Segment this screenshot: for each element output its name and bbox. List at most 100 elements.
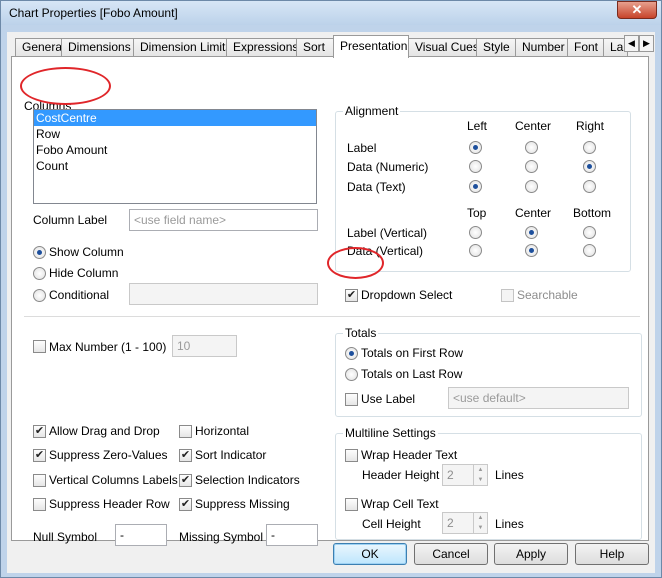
valign-data-top-radio[interactable] — [469, 244, 482, 257]
allow-drag-drop-checkbox[interactable]: ✔ — [33, 425, 46, 438]
horizontal-checkbox[interactable] — [179, 425, 192, 438]
suppress-zero-label: Suppress Zero-Values — [49, 448, 168, 462]
valign-label-center-radio[interactable] — [525, 226, 538, 239]
searchable-checkbox[interactable] — [501, 289, 514, 302]
list-item[interactable]: Row — [34, 126, 316, 142]
column-label-input[interactable]: <use field name> — [129, 209, 318, 231]
dialog-client: General Dimensions Dimension Limits Expr… — [7, 32, 655, 573]
tab-visual-cues[interactable]: Visual Cues — [408, 38, 479, 57]
cell-height-value: 2 — [447, 516, 454, 530]
scroll-right-icon[interactable]: ▶ — [639, 35, 654, 52]
header-height-spinner[interactable]: 2 ▲ ▼ — [442, 464, 488, 486]
align-label-right-radio[interactable] — [583, 141, 596, 154]
use-label-checkbox[interactable] — [345, 393, 358, 406]
vertical-col-labels-checkbox[interactable] — [33, 474, 46, 487]
valign-data-bottom-radio[interactable] — [583, 244, 596, 257]
close-icon[interactable]: ✕ — [632, 2, 643, 17]
selection-indicators-checkbox[interactable]: ✔ — [179, 474, 192, 487]
align-text-center-radio[interactable] — [525, 180, 538, 193]
spin-up-icon[interactable]: ▲ — [474, 513, 487, 523]
use-label-label: Use Label — [361, 392, 416, 406]
conditional-input[interactable] — [129, 283, 318, 305]
tab-expressions[interactable]: Expressions — [226, 38, 298, 57]
list-item[interactable]: CostCentre — [34, 110, 316, 126]
cancel-button[interactable]: Cancel — [414, 543, 488, 565]
tab-style[interactable]: Style — [476, 38, 516, 57]
horizontal-label: Horizontal — [195, 424, 250, 438]
suppress-missing-label: Suppress Missing — [195, 497, 290, 511]
use-label-input[interactable]: <use default> — [448, 387, 629, 409]
valign-label-bottom-radio[interactable] — [583, 226, 596, 239]
align-numeric-right-radio[interactable] — [583, 160, 596, 173]
vertical-col-labels-label: Vertical Columns Labels — [49, 473, 178, 487]
wrap-header-checkbox[interactable] — [345, 449, 358, 462]
spin-down-icon[interactable]: ▼ — [474, 523, 487, 533]
max-number-checkbox[interactable] — [33, 340, 46, 353]
suppress-missing-checkbox[interactable]: ✔ — [179, 498, 192, 511]
align-label-left-radio[interactable] — [469, 141, 482, 154]
title-bar: Chart Properties [Fobo Amount] ✕ — [1, 1, 661, 25]
chart-properties-dialog: Chart Properties [Fobo Amount] ✕ General… — [0, 0, 662, 578]
list-item[interactable]: Fobo Amount — [34, 142, 316, 158]
tab-font[interactable]: Font — [567, 38, 604, 57]
suppress-zero-checkbox[interactable]: ✔ — [33, 449, 46, 462]
column-label-text: Column Label — [33, 213, 108, 227]
align-row-label: Label — [347, 141, 377, 155]
align-header-left: Left — [467, 119, 488, 133]
valign-header-center: Center — [515, 206, 552, 220]
align-numeric-left-radio[interactable] — [469, 160, 482, 173]
conditional-label: Conditional — [49, 288, 110, 302]
tab-sort[interactable]: Sort — [296, 38, 334, 57]
align-numeric-center-radio[interactable] — [525, 160, 538, 173]
valign-label-top-radio[interactable] — [469, 226, 482, 239]
wrap-cell-checkbox[interactable] — [345, 498, 358, 511]
help-button[interactable]: Help — [575, 543, 649, 565]
cell-height-spinner[interactable]: 2 ▲ ▼ — [442, 512, 488, 534]
ok-button[interactable]: OK — [333, 543, 407, 565]
tab-number[interactable]: Number — [515, 38, 568, 57]
align-text-left-radio[interactable] — [469, 180, 482, 193]
presentation-page: Columns CostCentre Row Fobo Amount Count… — [11, 56, 649, 546]
spin-down-icon[interactable]: ▼ — [474, 475, 487, 485]
tab-presentation[interactable]: Presentation — [333, 35, 409, 58]
spinner-buttons: ▲ ▼ — [473, 513, 487, 533]
max-number-input[interactable]: 10 — [172, 335, 237, 357]
cell-lines-label: Lines — [495, 517, 524, 531]
sort-indicator-checkbox[interactable]: ✔ — [179, 449, 192, 462]
suppress-header-label: Suppress Header Row — [49, 497, 170, 511]
dropdown-select-checkbox[interactable]: ✔ — [345, 289, 358, 302]
apply-button[interactable]: Apply — [494, 543, 568, 565]
list-item[interactable]: Count — [34, 158, 316, 174]
close-button[interactable]: ✕ — [617, 1, 657, 19]
wrap-header-label: Wrap Header Text — [361, 448, 458, 462]
searchable-label: Searchable — [517, 288, 578, 302]
align-text-right-radio[interactable] — [583, 180, 596, 193]
tab-general[interactable]: General — [15, 38, 65, 57]
conditional-radio[interactable] — [33, 289, 46, 302]
missing-symbol-input[interactable]: - — [266, 524, 318, 546]
show-column-radio[interactable] — [33, 246, 46, 259]
scroll-left-icon[interactable]: ◀ — [624, 35, 639, 52]
align-label-center-radio[interactable] — [525, 141, 538, 154]
tab-dimensions[interactable]: Dimensions — [61, 38, 134, 57]
hide-column-label: Hide Column — [49, 266, 119, 280]
missing-symbol-label: Missing Symbol — [179, 530, 264, 544]
allow-drag-drop-label: Allow Drag and Drop — [49, 424, 160, 438]
divider — [24, 316, 640, 317]
tab-scroll: ◀ ▶ — [624, 35, 654, 54]
suppress-header-checkbox[interactable] — [33, 498, 46, 511]
valign-data-center-radio[interactable] — [525, 244, 538, 257]
cell-height-label: Cell Height — [362, 517, 421, 531]
align-row-data-numeric: Data (Numeric) — [347, 160, 429, 174]
window-title: Chart Properties [Fobo Amount] — [9, 6, 178, 20]
columns-listbox[interactable]: CostCentre Row Fobo Amount Count — [33, 109, 317, 204]
wrap-cell-label: Wrap Cell Text — [361, 497, 439, 511]
null-symbol-input[interactable]: - — [115, 524, 167, 546]
hide-column-radio[interactable] — [33, 267, 46, 280]
tab-dimension-limits[interactable]: Dimension Limits — [133, 38, 231, 57]
totals-first-row-radio[interactable] — [345, 347, 358, 360]
spin-up-icon[interactable]: ▲ — [474, 465, 487, 475]
totals-last-row-radio[interactable] — [345, 368, 358, 381]
totals-label: Totals — [343, 326, 379, 340]
header-lines-label: Lines — [495, 468, 524, 482]
